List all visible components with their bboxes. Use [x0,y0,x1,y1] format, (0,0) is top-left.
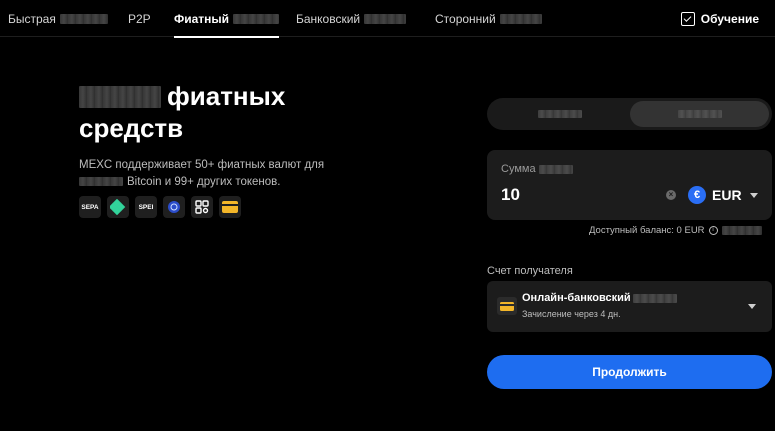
spei-label: SPEI [138,203,154,211]
redacted-text [79,177,123,187]
learn-label: Обучение [700,11,759,26]
tab-fast[interactable]: Быстрая [8,0,108,37]
card-icon [219,196,241,218]
spei-icon: SPEI [135,196,157,218]
coin-icon [163,196,185,218]
recipient-name: Онлайн-банковский [522,292,677,304]
redacted-text [677,110,722,118]
toggle-option-sell[interactable] [630,101,769,127]
hero-desc-line-2-text: Bitcoin и 99+ других токенов. [127,176,281,188]
balance-text: Доступный баланс: 0 EUR [589,225,705,236]
currency-select[interactable]: € EUR [688,185,758,205]
toggle-option-buy[interactable] [490,101,629,127]
sepa-label: SEPA [81,203,99,211]
tab-fiat[interactable]: Фиатный [174,0,280,38]
buy-sell-toggle [487,98,772,130]
pix-icon [107,196,129,218]
redacted-text [233,13,280,24]
redacted-text [59,13,108,24]
hero-title-word: фиатных [167,81,286,111]
euro-icon: € [688,186,706,204]
hero-title-line-2: средств [79,113,184,143]
recipient-label: Счет получателя [487,265,573,277]
redacted-text [364,13,407,24]
currency-code: EUR [712,187,742,203]
info-icon[interactable]: i [708,226,718,235]
redacted-text [538,164,573,174]
tab-fiat-label: Фиатный [174,11,230,26]
tab-p2p-label: P2P [128,11,151,26]
chevron-down-icon [749,192,758,198]
amount-input[interactable] [501,184,661,206]
available-balance: Доступный баланс: 0 EUR i [589,225,762,236]
hero-description: MEXC поддерживает 50+ фиатных валют для … [79,157,369,191]
amount-label: Сумма [501,163,573,175]
top-navigation: Быстрая P2P Фиатный Банковский Сторонний… [0,0,775,38]
hero-title: фиатных средств [79,80,285,144]
tab-third-party-label: Сторонний [435,11,496,26]
hero-desc-line-1: MEXC поддерживает 50+ фиатных валют для [79,159,325,171]
learn-button[interactable]: Обучение [680,0,759,37]
clear-icon[interactable]: × [666,190,676,200]
hero-desc-line-2: Bitcoin и 99+ других токенов. [79,174,369,191]
redacted-text [79,86,161,108]
bank-card-icon [497,297,517,315]
recipient-subtitle: Зачисление через 4 дн. [522,309,621,319]
tab-bank-label: Банковский [296,11,361,26]
redacted-text [537,110,582,118]
redacted-text [632,293,677,303]
amount-box: Сумма × € EUR [487,150,772,220]
recipient-name-text: Онлайн-банковский [522,292,631,304]
redacted-text [721,226,762,235]
redacted-text [499,13,542,24]
sepa-icon: SEPA [79,196,101,218]
tab-third-party[interactable]: Сторонний [435,0,542,37]
tab-fast-label: Быстрая [8,11,56,26]
recipient-account-select[interactable]: Онлайн-банковский Зачисление через 4 дн. [487,281,772,332]
amount-label-text: Сумма [501,163,536,175]
qr-icon [191,196,213,218]
hero-title-line-1: фиатных [79,80,285,112]
continue-button[interactable]: Продолжить [487,355,772,389]
tab-p2p[interactable]: P2P [128,0,151,37]
chevron-down-icon [748,304,756,309]
payment-methods: SEPA SPEI [79,196,241,218]
tab-bank[interactable]: Банковский [296,0,407,37]
learn-check-icon [680,11,695,26]
